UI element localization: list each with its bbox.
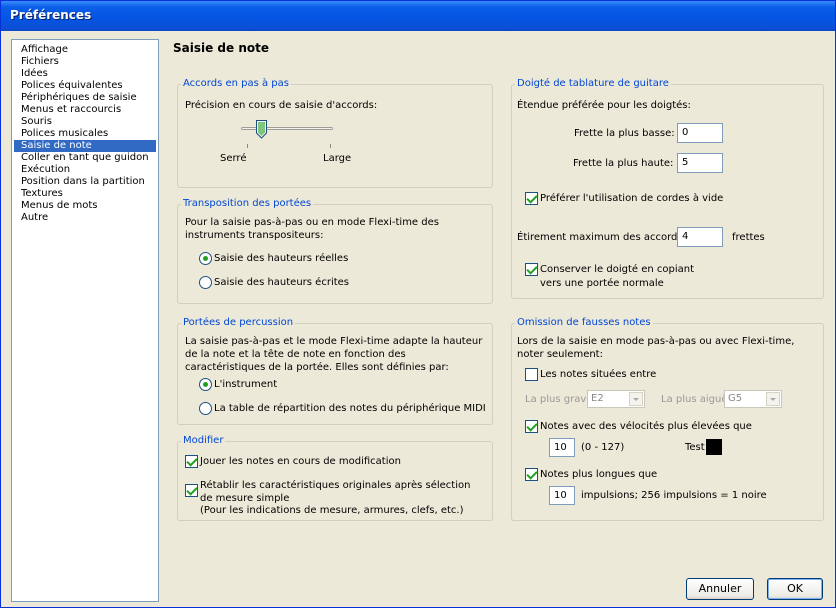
radio-written-pitch[interactable] — [199, 276, 212, 289]
window-title: Préférences — [10, 8, 92, 22]
radio-real-pitch[interactable] — [199, 252, 212, 265]
keep-fingering-label-line2[interactable]: vers une portée normale — [540, 278, 664, 289]
slider-max-label: Large — [323, 153, 352, 164]
longer-notes-label[interactable]: Notes plus longues que — [540, 469, 657, 480]
sidebar-item-autre[interactable]: Autre — [14, 212, 156, 224]
velocity-input[interactable]: 10 — [549, 438, 575, 457]
max-stretch-label: Étirement maximum des accords: — [517, 232, 686, 243]
sidebar-item-menus-raccourcis[interactable]: Menus et raccourcis — [14, 104, 156, 116]
radio-midi-table-label[interactable]: La table de répartition des notes du pér… — [214, 403, 486, 414]
play-notes-checkbox[interactable] — [185, 455, 198, 468]
percussion-group-title: Portées de percussion — [181, 317, 296, 328]
sidebar-item-polices-musicales[interactable]: Polices musicales — [14, 128, 156, 140]
cancel-button[interactable]: Annuler — [686, 578, 754, 600]
fingering-range-label: Étendue préférée pour les doigtés: — [517, 100, 691, 111]
keep-fingering-label[interactable]: Conserver le doigté en copiant — [540, 264, 694, 275]
sidebar-item-affichage[interactable]: Affichage — [14, 44, 156, 56]
highest-note-label: La plus aiguë — [661, 394, 728, 405]
page-title: Saisie de note — [173, 41, 269, 55]
play-notes-label[interactable]: Jouer les notes en cours de modification — [200, 456, 401, 467]
sidebar-item-execution[interactable]: Exécution — [14, 164, 156, 176]
sidebar-item-position[interactable]: Position dans la partition — [14, 176, 156, 188]
modifier-group-title: Modifier — [181, 435, 226, 446]
restore-attributes-checkbox[interactable] — [185, 484, 198, 497]
preferences-window: Préférences Affichage Fichiers Idées Pol… — [0, 0, 836, 608]
open-strings-label[interactable]: Préférer l'utilisation de cordes à vide — [540, 193, 723, 204]
max-stretch-input[interactable]: 4 — [677, 227, 723, 247]
accords-group-title: Accords en pas à pas — [181, 78, 291, 89]
notes-between-label[interactable]: Les notes situées entre — [540, 369, 656, 380]
slider-tick-min — [247, 144, 248, 148]
omission-group-title: Omission de fausses notes — [515, 317, 653, 328]
longer-notes-checkbox[interactable] — [525, 468, 538, 481]
open-strings-checkbox[interactable] — [525, 192, 538, 205]
highest-note-select[interactable]: G5 — [724, 390, 782, 408]
lowest-note-value: E2 — [591, 393, 604, 404]
velocity-checkbox[interactable] — [525, 420, 538, 433]
notes-between-checkbox[interactable] — [525, 368, 538, 381]
slider-tick-max — [330, 144, 331, 148]
test-label: Test — [685, 442, 705, 453]
sidebar-item-peripheriques[interactable]: Périphériques de saisie — [14, 92, 156, 104]
highest-fret-label: Frette la plus haute: — [573, 158, 674, 169]
sidebar-item-polices-equivalentes[interactable]: Polices équivalentes — [14, 80, 156, 92]
radio-instrument-label[interactable]: L'instrument — [214, 379, 277, 390]
chevron-down-icon[interactable] — [766, 392, 780, 406]
max-stretch-unit: frettes — [732, 232, 765, 243]
slider-min-label: Serré — [220, 153, 247, 164]
longer-notes-unit: impulsions; 256 impulsions = 1 noire — [581, 490, 767, 501]
title-bar[interactable]: Préférences — [1, 1, 835, 31]
percussion-desc: La saisie pas-à-pas et le mode Flexi-tim… — [185, 336, 483, 373]
restore-attributes-label[interactable]: Rétablir les caractéristiques originales… — [200, 479, 486, 505]
test-color-swatch[interactable] — [706, 439, 722, 455]
omission-desc: Lors de la saisie en mode pas-à-pas ou a… — [517, 336, 795, 360]
highest-fret-input[interactable]: 5 — [677, 153, 723, 173]
chord-precision-label: Précision en cours de saisie d'accords: — [185, 100, 378, 111]
sidebar-item-fichiers[interactable]: Fichiers — [14, 56, 156, 68]
sidebar-item-saisie-de-note[interactable]: Saisie de note — [14, 140, 156, 152]
radio-real-pitch-label[interactable]: Saisie des hauteurs réelles — [214, 253, 348, 264]
lowest-fret-input[interactable]: 0 — [677, 123, 723, 143]
velocity-label[interactable]: Notes avec des vélocités plus élevées qu… — [540, 421, 752, 432]
lowest-note-label: La plus grave — [525, 394, 593, 405]
lowest-note-select[interactable]: E2 — [587, 390, 645, 408]
lowest-fret-label: Frette la plus basse: — [574, 128, 675, 139]
radio-instrument[interactable] — [199, 378, 212, 391]
chord-precision-slider-thumb[interactable] — [256, 120, 267, 139]
sidebar-item-coller-guidon[interactable]: Coller en tant que guidon — [14, 152, 156, 164]
sidebar-item-souris[interactable]: Souris — [14, 116, 156, 128]
keep-fingering-checkbox[interactable] — [525, 263, 538, 276]
category-list[interactable]: Affichage Fichiers Idées Polices équival… — [11, 39, 159, 602]
longer-notes-input[interactable]: 10 — [549, 486, 575, 505]
chord-precision-slider-track[interactable] — [241, 127, 333, 130]
ok-button[interactable]: OK — [767, 578, 823, 600]
radio-midi-table[interactable] — [199, 402, 212, 415]
sidebar-item-textures[interactable]: Textures — [14, 188, 156, 200]
sidebar-item-menus-de-mots[interactable]: Menus de mots — [14, 200, 156, 212]
restore-attributes-note: (Pour les indications de mesure, armures… — [200, 505, 464, 516]
transposition-group-title: Transposition des portées — [181, 198, 314, 209]
sidebar-item-idees[interactable]: Idées — [14, 68, 156, 80]
velocity-range: (0 - 127) — [581, 442, 625, 453]
chevron-down-icon[interactable] — [629, 392, 643, 406]
radio-written-pitch-label[interactable]: Saisie des hauteurs écrites — [214, 277, 349, 288]
transposition-desc: Pour la saisie pas-à-pas ou en mode Flex… — [185, 217, 439, 241]
guitar-fingering-group-title: Doigté de tablature de guitare — [515, 78, 671, 89]
highest-note-value: G5 — [728, 393, 743, 404]
